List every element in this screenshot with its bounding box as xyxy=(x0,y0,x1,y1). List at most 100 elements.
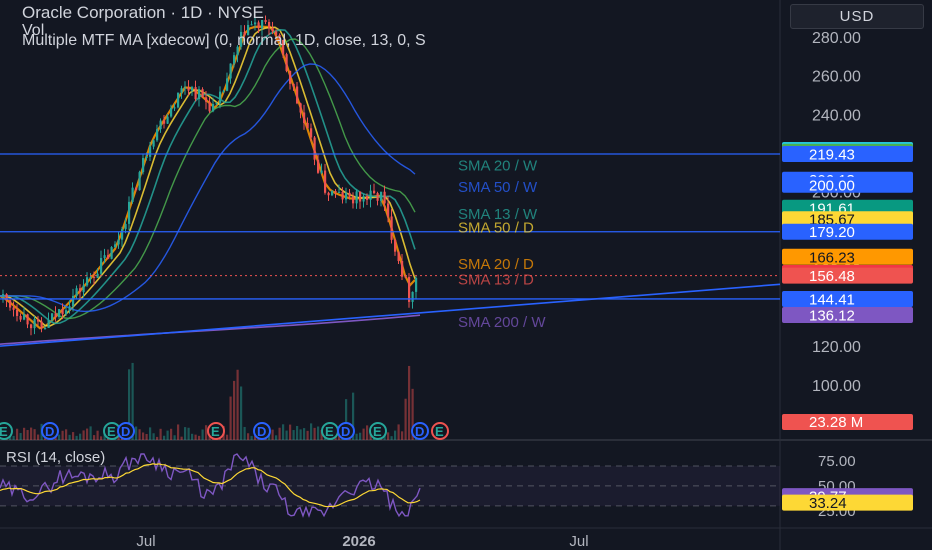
volume-bar xyxy=(390,436,393,440)
ma-label: SMA 50 / D xyxy=(458,219,534,236)
candle-body xyxy=(86,277,89,286)
volume-bar xyxy=(250,435,253,440)
candle-body xyxy=(149,146,152,157)
candle-body xyxy=(415,278,418,292)
earnings-marker-label: E xyxy=(325,424,334,439)
volume-bar xyxy=(86,428,89,440)
chart[interactable]: 280.00260.00240.00220.00200.00180.00160.… xyxy=(0,0,932,550)
volume-bar xyxy=(96,430,99,440)
price-tag: 179.20 xyxy=(782,223,913,241)
volume-bar xyxy=(201,429,204,440)
candle-body xyxy=(219,91,222,103)
volume-bar xyxy=(296,425,299,440)
volume-bar xyxy=(135,426,138,440)
candle-body xyxy=(40,321,43,329)
candle-body xyxy=(334,191,337,193)
currency-button[interactable]: USD xyxy=(790,4,924,29)
price-tick-label: 100.00 xyxy=(812,378,861,395)
ma-label: SMA 13 / D xyxy=(458,272,534,289)
candle-body xyxy=(299,103,302,113)
candle-body xyxy=(103,255,106,258)
volume-bar xyxy=(142,432,145,440)
volume-bar xyxy=(278,427,281,440)
volume-bar xyxy=(303,428,306,440)
candle-body xyxy=(250,24,253,26)
candle-body xyxy=(226,78,229,91)
candle-body xyxy=(324,170,327,193)
candle-body xyxy=(89,276,92,278)
candle-body xyxy=(355,191,358,204)
candle-body xyxy=(33,319,36,329)
earnings-marker-label: E xyxy=(211,424,220,439)
candle-body xyxy=(58,309,61,317)
volume-bar xyxy=(145,433,148,440)
candle-body xyxy=(131,187,134,202)
volume-bar xyxy=(138,429,141,440)
candle-body xyxy=(292,83,295,87)
price-tag-label: 219.43 xyxy=(809,147,855,164)
volume-bar xyxy=(404,398,407,440)
candle-body xyxy=(317,159,320,173)
candle-body xyxy=(383,191,386,204)
volume-bar xyxy=(401,431,404,440)
earnings-marker-label: D xyxy=(415,424,424,439)
candle-body xyxy=(145,156,148,159)
volume-bar xyxy=(240,386,243,440)
candle-body xyxy=(82,285,85,293)
candle-body xyxy=(142,158,145,173)
price-tag-label: 166.23 xyxy=(809,249,855,266)
price-tag: 144.41 xyxy=(782,290,913,308)
volume-bar xyxy=(100,436,103,440)
candle-body xyxy=(338,191,341,193)
candle-body xyxy=(117,239,120,245)
volume-bar xyxy=(72,432,75,440)
candle-body xyxy=(16,309,19,316)
volume-bar xyxy=(229,396,232,440)
candle-body xyxy=(72,295,75,307)
volume-bar xyxy=(30,427,33,440)
price-tag-label: 136.12 xyxy=(809,307,855,324)
price-tag-label: 179.20 xyxy=(809,224,855,241)
price-tag: 200.00 xyxy=(782,176,913,194)
candle-body xyxy=(397,251,400,261)
candle-body xyxy=(320,170,323,173)
candle-body xyxy=(341,191,344,200)
candle-body xyxy=(285,54,288,71)
volume-bar xyxy=(387,432,390,440)
candle-body xyxy=(271,27,274,32)
volume-bar xyxy=(394,430,397,440)
candle-body xyxy=(201,89,204,98)
time-tick-label: Jul xyxy=(569,533,588,550)
volume-bar xyxy=(75,435,78,440)
candle-body xyxy=(369,190,372,200)
candle-body xyxy=(30,324,33,329)
rsi-tick-label: 75.00 xyxy=(818,453,856,470)
candle-body xyxy=(306,122,309,129)
candle-body xyxy=(222,90,225,92)
candle-body xyxy=(121,229,124,240)
volume-bar xyxy=(191,433,194,440)
candle-body xyxy=(135,187,138,191)
earnings-marker-label: E xyxy=(107,424,116,439)
candle-body xyxy=(152,140,155,147)
candle-body xyxy=(170,108,173,117)
volume-bar xyxy=(170,428,173,440)
candle-body xyxy=(9,300,12,308)
candle-body xyxy=(100,257,103,274)
price-tick-label: 280.00 xyxy=(812,30,861,47)
candle-body xyxy=(184,87,187,89)
candle-body xyxy=(191,87,194,91)
earnings-marker-label: D xyxy=(121,424,130,439)
candle-body xyxy=(268,22,271,28)
volume-bar xyxy=(173,435,176,440)
time-tick-label: Jul xyxy=(136,533,155,550)
candle-body xyxy=(376,193,379,201)
candle-body xyxy=(229,63,232,79)
volume-bar xyxy=(149,427,152,440)
volume-bar xyxy=(355,433,358,440)
candle-body xyxy=(401,260,404,277)
volume-bar xyxy=(317,426,320,440)
volume-bar xyxy=(289,424,292,440)
volume-tag-label: 23.28 M xyxy=(809,414,863,431)
volume-bar xyxy=(37,434,40,440)
